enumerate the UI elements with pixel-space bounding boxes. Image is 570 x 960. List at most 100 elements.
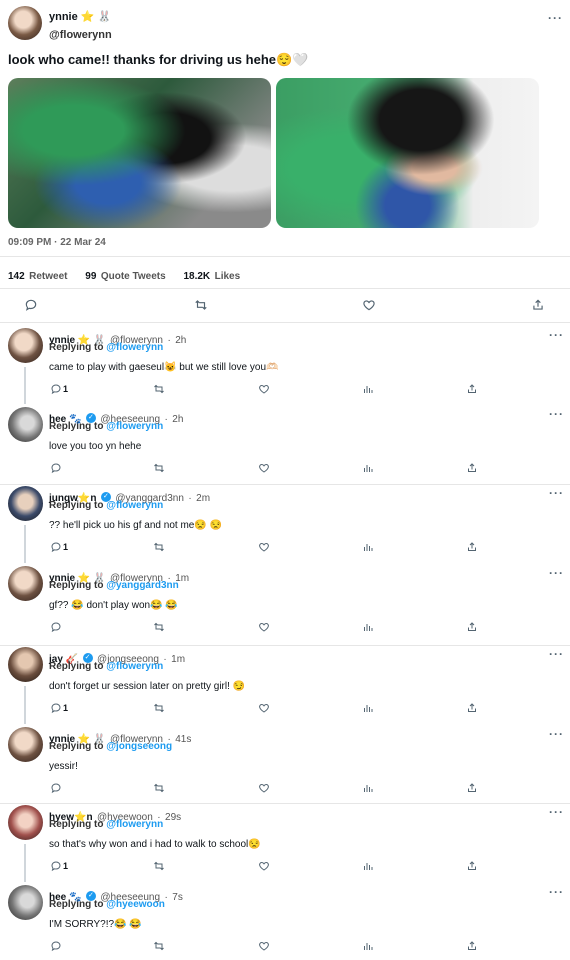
author-name[interactable]: ynnie ⭐ 🐰 [49, 10, 112, 23]
avatar[interactable] [8, 6, 42, 40]
tweet-photo-2[interactable] [276, 78, 539, 228]
retweet-icon[interactable] [152, 620, 166, 634]
like-icon[interactable] [257, 701, 271, 715]
author-handle[interactable]: @flowerynn [49, 29, 112, 41]
quote-stat[interactable]: 99 Quote Tweets [85, 266, 165, 283]
replying-to-link[interactable]: @flowerynn [106, 819, 163, 830]
avatar[interactable] [8, 885, 43, 920]
analytics-icon[interactable] [361, 701, 375, 715]
reply-icon[interactable] [49, 701, 63, 715]
avatar[interactable] [8, 486, 43, 521]
replying-to: Replying to @flowerynn [49, 500, 163, 511]
retweet-icon[interactable] [152, 382, 166, 396]
more-icon[interactable]: ··· [549, 727, 564, 741]
avatar[interactable] [8, 647, 43, 682]
more-icon[interactable]: ··· [549, 805, 564, 819]
replying-prefix: Replying to [49, 342, 104, 353]
share-icon[interactable] [531, 298, 545, 312]
reply-time[interactable]: 7s [172, 892, 183, 903]
retweet-count: 142 [8, 271, 25, 282]
reply-icon[interactable] [49, 939, 63, 953]
likes-count: 18.2K [183, 271, 211, 282]
retweet-icon[interactable] [152, 701, 166, 715]
retweet-stat[interactable]: 142 Retweet [8, 266, 68, 283]
likes-stat[interactable]: 18.2K Likes [183, 266, 240, 283]
more-icon[interactable]: ··· [549, 647, 564, 661]
more-icon[interactable]: ··· [549, 885, 564, 899]
like-icon[interactable] [257, 781, 271, 795]
avatar[interactable] [8, 727, 43, 762]
reply-icon[interactable] [49, 382, 63, 396]
share-icon[interactable] [465, 939, 479, 953]
replying-to-link[interactable]: @flowerynn [106, 661, 163, 672]
retweet-icon[interactable] [194, 298, 208, 312]
analytics-icon[interactable] [361, 461, 375, 475]
reply-text: so that's why won and i had to walk to s… [49, 839, 261, 850]
share-icon[interactable] [465, 781, 479, 795]
more-icon[interactable]: ··· [549, 566, 564, 580]
more-icon[interactable]: ··· [549, 486, 564, 500]
more-icon[interactable]: ··· [548, 11, 563, 25]
like-icon[interactable] [257, 540, 271, 554]
analytics-icon[interactable] [361, 540, 375, 554]
replying-to: Replying to @yanggard3nn [49, 580, 179, 591]
share-icon[interactable] [465, 382, 479, 396]
retweet-icon[interactable] [152, 859, 166, 873]
replying-to-link[interactable]: @flowerynn [106, 421, 163, 432]
replying-to-link[interactable]: @yanggard3nn [106, 580, 179, 591]
reply-icon[interactable] [49, 781, 63, 795]
replying-to-link[interactable]: @flowerynn [106, 500, 163, 511]
reply-time[interactable]: 2h [175, 335, 186, 346]
analytics-icon[interactable] [361, 620, 375, 634]
replying-to: Replying to @flowerynn [49, 421, 163, 432]
divider [0, 288, 570, 289]
analytics-icon[interactable] [361, 382, 375, 396]
reply-icon[interactable] [49, 461, 63, 475]
like-icon[interactable] [362, 298, 376, 312]
more-icon[interactable]: ··· [549, 407, 564, 421]
reply-text: gf?? 😂 don't play won😂 😂 [49, 600, 178, 611]
like-icon[interactable] [257, 382, 271, 396]
tweet-stats: 142 Retweet 99 Quote Tweets 18.2K Likes [8, 266, 240, 284]
avatar[interactable] [8, 566, 43, 601]
like-icon[interactable] [257, 939, 271, 953]
share-icon[interactable] [465, 859, 479, 873]
share-icon[interactable] [465, 461, 479, 475]
retweet-icon[interactable] [152, 540, 166, 554]
replying-to-link[interactable]: @flowerynn [106, 342, 163, 353]
like-icon[interactable] [257, 859, 271, 873]
replying-to-link[interactable]: @hyeewoon [106, 899, 165, 910]
retweet-icon[interactable] [152, 461, 166, 475]
reply-text: ?? he'll pick uo his gf and not me😒 😒 [49, 520, 223, 531]
analytics-icon[interactable] [361, 939, 375, 953]
reply-icon[interactable] [49, 620, 63, 634]
retweet-label: Retweet [29, 271, 68, 282]
share-icon[interactable] [465, 620, 479, 634]
reply-text: yessir! [49, 761, 78, 772]
reply-icon[interactable] [24, 298, 38, 312]
share-icon[interactable] [465, 540, 479, 554]
share-icon[interactable] [465, 701, 479, 715]
replying-to-link[interactable]: @jongseeong [106, 741, 172, 752]
retweet-icon[interactable] [152, 939, 166, 953]
analytics-icon[interactable] [361, 859, 375, 873]
like-icon[interactable] [257, 461, 271, 475]
reply-time[interactable]: 2m [196, 493, 210, 504]
reply-time[interactable]: 1m [171, 654, 185, 665]
reply-time[interactable]: 29s [165, 812, 181, 823]
reply-time[interactable]: 2h [172, 414, 183, 425]
reply-icon[interactable] [49, 859, 63, 873]
avatar[interactable] [8, 407, 43, 442]
like-icon[interactable] [257, 620, 271, 634]
reply-text: I'M SORRY?!?😂 😂 [49, 919, 142, 930]
retweet-icon[interactable] [152, 781, 166, 795]
avatar[interactable] [8, 805, 43, 840]
tweet-photo-1[interactable] [8, 78, 271, 228]
reply-icon[interactable] [49, 540, 63, 554]
reply-time[interactable]: 41s [175, 734, 191, 745]
thread-line [24, 844, 26, 882]
analytics-icon[interactable] [361, 781, 375, 795]
tweet-timestamp[interactable]: 09:09 PM · 22 Mar 24 [8, 237, 106, 248]
more-icon[interactable]: ··· [549, 328, 564, 342]
avatar[interactable] [8, 328, 43, 363]
